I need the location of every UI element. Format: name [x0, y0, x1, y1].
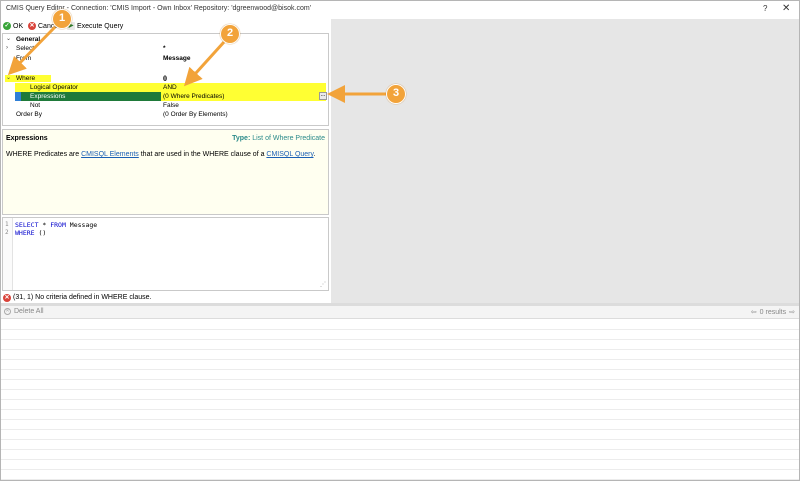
property-value: Message [163, 55, 191, 62]
line-number: 1 [5, 221, 9, 228]
property-label: Not [30, 102, 41, 109]
property-label: Select [16, 45, 35, 52]
chevron-down-icon[interactable]: ⌄ [6, 74, 11, 83]
arrow-left-icon[interactable]: ⇦ [751, 308, 757, 316]
text-part: that are used in the WHERE clause of a [138, 151, 267, 158]
code-text: () [34, 229, 47, 237]
results-pager: ⇦ 0 results ⇨ [751, 308, 795, 317]
callout-2: 2 [220, 24, 240, 44]
property-label: Order By [16, 111, 43, 118]
description-text: WHERE Predicates are CMISQL Elements tha… [6, 151, 315, 158]
resize-grip-icon[interactable]: ⋰ [320, 281, 326, 288]
code-line: SELECT * FROM Message [15, 221, 97, 229]
line-number: 2 [5, 229, 9, 236]
property-not[interactable]: Not False [3, 101, 328, 110]
results-toolbar: ✕ Delete All ⇦ 0 results ⇨ [1, 306, 799, 319]
query-editor-window: CMIS Query Editor - Connection: 'CMIS Im… [0, 0, 800, 481]
toolbar: ✓ OK ✕ Cance ▶ Execute Query [1, 19, 331, 33]
results-list[interactable] [1, 320, 799, 480]
property-value: (0 Order By Elements) [163, 111, 228, 118]
property-label: Where [16, 75, 36, 82]
text-part: WHERE Predicates are [6, 151, 82, 158]
chevron-right-icon[interactable]: › [6, 44, 8, 53]
property-select[interactable]: › Select * [3, 44, 328, 53]
property-value: AND [163, 84, 177, 91]
cancel-icon: ✕ [28, 22, 36, 30]
property-order-by[interactable]: Order By (0 Order By Elements) [3, 110, 328, 119]
help-button[interactable]: ? [763, 4, 767, 13]
property-value: * [163, 45, 166, 52]
results-count: 0 results [759, 308, 787, 316]
code-text: Message [65, 221, 98, 229]
arrow-right-icon[interactable]: ⇨ [789, 308, 795, 316]
status-message: (31, 1) No criteria defined in WHERE cla… [13, 294, 152, 301]
preview-area [331, 19, 799, 303]
callout-1: 1 [52, 9, 72, 29]
property-value: False [163, 102, 179, 109]
property-label: Logical Operator [30, 84, 79, 91]
keyword: WHERE [15, 229, 35, 237]
execute-query-button[interactable]: ▶ Execute Query [67, 21, 123, 31]
property-grid: ⌄ General › Select * From Message ⌄ Wher… [2, 33, 329, 126]
keyword: FROM [50, 221, 66, 229]
delete-all-label: Delete All [14, 308, 44, 315]
property-where[interactable]: ⌄ Where 0 [3, 74, 328, 83]
query-text-editor[interactable]: 1 2 SELECT * FROM Message WHERE () ⋰ [2, 217, 329, 291]
check-icon: ✓ [3, 22, 11, 30]
property-label: Expressions [30, 93, 66, 100]
ok-label: OK [13, 22, 24, 30]
property-value: (0 Where Predicates) [163, 93, 225, 100]
title-bar: CMIS Query Editor - Connection: 'CMIS Im… [1, 1, 799, 19]
type-label: Type: [232, 135, 251, 142]
property-from[interactable]: From Message [3, 54, 328, 63]
callout-3: 3 [386, 84, 406, 104]
property-logical-operator[interactable]: Logical Operator AND [3, 83, 328, 92]
delete-icon: ✕ [4, 308, 11, 315]
cmisql-elements-link[interactable]: CMISQL Elements [81, 151, 139, 158]
description-title: Expressions [6, 135, 48, 142]
status-bar: ✕ (31, 1) No criteria defined in WHERE c… [2, 292, 329, 303]
description-type: Type: List of Where Predicate [232, 135, 325, 142]
type-value: List of Where Predicate [252, 135, 325, 142]
delete-all-button[interactable]: ✕ Delete All [4, 308, 44, 315]
keyword: SELECT [15, 221, 39, 229]
property-expressions[interactable]: Expressions (0 Where Predicates) ... [3, 92, 328, 101]
line-number-gutter: 1 2 [3, 218, 13, 290]
property-label: From [16, 55, 32, 62]
category-label: General [16, 36, 41, 43]
text-part: . [313, 151, 316, 158]
cmisql-query-link[interactable]: CMISQL Query [266, 151, 313, 158]
chevron-down-icon[interactable]: ⌄ [6, 35, 11, 44]
execute-label: Execute Query [77, 22, 124, 30]
window-title: CMIS Query Editor - Connection: 'CMIS Im… [6, 5, 312, 12]
error-icon: ✕ [3, 293, 11, 302]
ok-button[interactable]: ✓ OK [3, 21, 23, 31]
category-general[interactable]: ⌄ General [3, 35, 328, 44]
code-line: WHERE () [15, 229, 46, 237]
property-value: 0 [163, 74, 167, 83]
description-panel: Expressions Type: List of Where Predicat… [2, 129, 329, 215]
code-text: * [38, 221, 51, 229]
expressions-editor-button[interactable]: ... [319, 92, 327, 100]
close-button[interactable]: ✕ [782, 3, 790, 14]
